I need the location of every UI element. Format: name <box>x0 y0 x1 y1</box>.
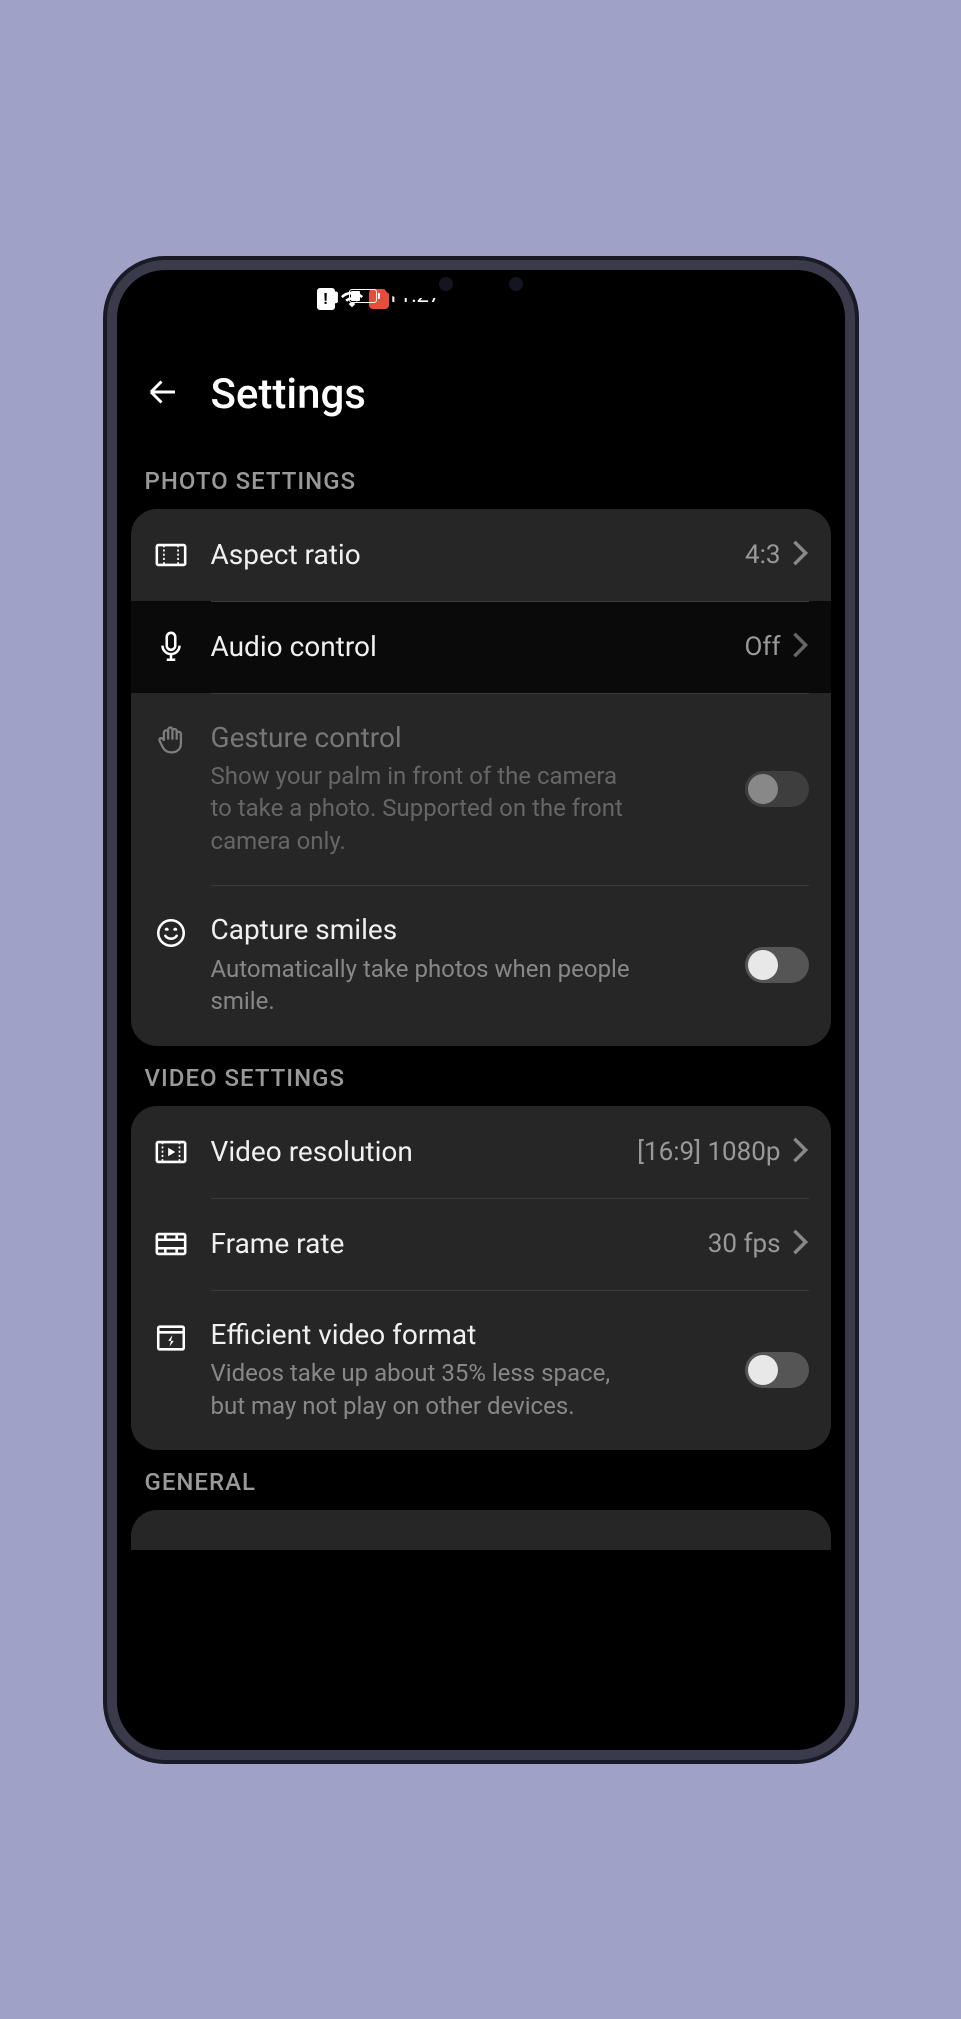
photo-section-label: PHOTO SETTINGS <box>117 449 845 509</box>
page-title: Settings <box>211 370 366 419</box>
gesture-control-toggle <box>745 771 809 807</box>
gesture-control-row: Gesture control Show your palm in front … <box>131 693 831 886</box>
gesture-control-title: Gesture control <box>211 721 745 755</box>
photo-settings-card: Aspect ratio 4:3 Audio control Off Gestu… <box>131 509 831 1046</box>
video-resolution-row[interactable]: Video resolution [16:9] 1080p <box>131 1106 831 1198</box>
frame-rate-title: Frame rate <box>211 1227 708 1261</box>
capture-smiles-toggle[interactable] <box>745 947 809 983</box>
general-section-label: GENERAL <box>117 1450 845 1510</box>
video-resolution-value: [16:9] 1080p <box>637 1137 780 1167</box>
frame-rate-value: 30 fps <box>708 1229 781 1259</box>
capture-smiles-title: Capture smiles <box>211 913 745 947</box>
alert-card-icon: ! <box>317 288 335 310</box>
aspect-ratio-row[interactable]: Aspect ratio 4:3 <box>131 509 831 601</box>
efficient-video-toggle[interactable] <box>745 1352 809 1388</box>
audio-control-value: Off <box>745 632 781 662</box>
capture-smiles-row[interactable]: Capture smiles Automatically take photos… <box>131 885 831 1045</box>
chevron-right-icon <box>791 631 809 663</box>
efficient-video-sub: Videos take up about 35% less space, but… <box>211 1357 631 1422</box>
gesture-control-sub: Show your palm in front of the camera to… <box>211 760 631 857</box>
efficient-video-title: Efficient video format <box>211 1318 745 1352</box>
aspect-ratio-title: Aspect ratio <box>211 538 745 572</box>
microphone-icon <box>153 629 189 665</box>
video-resolution-title: Video resolution <box>211 1135 638 1169</box>
chevron-right-icon <box>791 1136 809 1168</box>
aspect-ratio-icon <box>153 537 189 573</box>
video-section-label: VIDEO SETTINGS <box>117 1046 845 1106</box>
efficient-video-row[interactable]: Efficient video format Videos take up ab… <box>131 1290 831 1450</box>
audio-control-title: Audio control <box>211 630 745 664</box>
frame-rate-row[interactable]: Frame rate 30 fps <box>131 1198 831 1290</box>
smile-icon <box>153 915 189 951</box>
chevron-right-icon <box>791 539 809 571</box>
notch <box>381 270 581 298</box>
hand-icon <box>153 723 189 759</box>
video-resolution-icon <box>153 1134 189 1170</box>
chevron-right-icon <box>791 1228 809 1260</box>
page-header: Settings <box>117 350 845 449</box>
filmstrip-icon <box>153 1226 189 1262</box>
aspect-ratio-value: 4:3 <box>745 540 781 570</box>
video-settings-card: Video resolution [16:9] 1080p Frame rate… <box>131 1106 831 1450</box>
back-arrow-icon[interactable] <box>145 374 181 414</box>
capture-smiles-sub: Automatically take photos when people sm… <box>211 953 631 1018</box>
audio-control-row[interactable]: Audio control Off <box>131 601 831 693</box>
general-settings-card <box>131 1510 831 1550</box>
battery-icon <box>349 289 377 303</box>
lightning-box-icon <box>153 1320 189 1356</box>
phone-frame: ! 11:27 Settings PHOTO SETTINGS Aspect r… <box>107 260 855 1760</box>
